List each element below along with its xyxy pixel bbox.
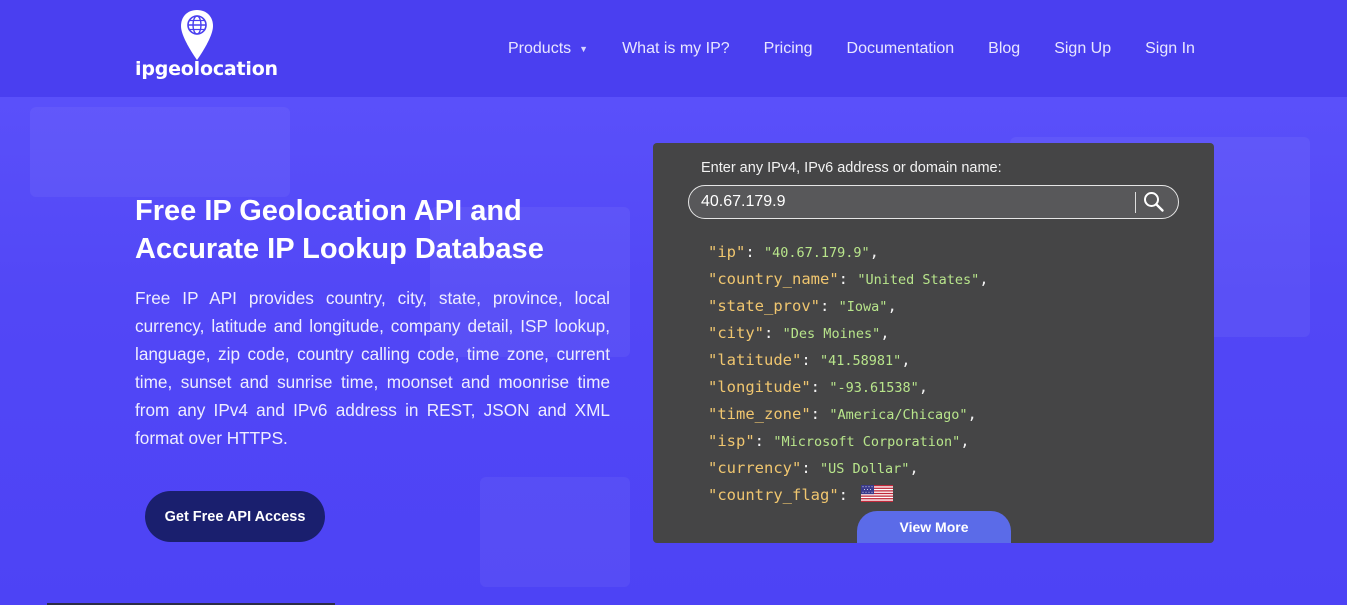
lookup-result-json: "ip": "40.67.179.9", "country_name": "Un… (708, 239, 989, 509)
json-key: "country_flag" (708, 486, 839, 504)
search-divider (1135, 192, 1136, 213)
json-value: "41.58981" (820, 353, 902, 369)
caret-down-icon: ▼ (579, 43, 589, 54)
json-value: "Iowa" (838, 299, 888, 315)
get-free-api-access-button[interactable]: Get Free API Access (145, 491, 325, 542)
nav-what-is-my-ip[interactable]: What is my IP? (622, 40, 730, 58)
json-row-city: "city": "Des Moines", (708, 320, 989, 347)
json-colon: : (810, 405, 830, 423)
json-key: "currency" (708, 459, 802, 477)
nav-products[interactable]: Products ▼ (508, 40, 588, 58)
json-colon: : (801, 459, 820, 477)
main-nav: Products ▼ What is my IP? Pricing Docume… (508, 0, 1229, 97)
json-value: "Des Moines" (782, 326, 881, 342)
json-colon: : (819, 297, 839, 315)
top-navbar: ipgeolocation Products ▼ What is my IP? … (0, 0, 1347, 97)
background-decoration (30, 107, 290, 197)
ip-lookup-panel: Enter any IPv4, IPv6 address or domain n… (653, 143, 1214, 543)
json-key: "latitude" (708, 351, 802, 369)
search-icon[interactable] (1141, 189, 1167, 215)
nav-sign-up[interactable]: Sign Up (1054, 40, 1111, 58)
nav-products-label: Products (508, 39, 572, 57)
json-key: "time_zone" (708, 405, 811, 423)
json-colon: : (801, 351, 820, 369)
nav-pricing[interactable]: Pricing (764, 40, 813, 58)
json-row-currency: "currency": "US Dollar", (708, 455, 989, 482)
us-flag-icon (861, 485, 894, 502)
json-key: "state_prov" (708, 297, 820, 315)
json-key: "ip" (708, 243, 746, 261)
json-comma: , (960, 432, 970, 450)
json-comma: , (880, 324, 890, 342)
json-comma: , (909, 459, 919, 477)
json-value: "America/Chicago" (829, 407, 968, 423)
hero-title-line-1: Free IP Geolocation API and (135, 195, 522, 227)
json-row-latitude: "latitude": "41.58981", (708, 347, 989, 374)
lookup-label: Enter any IPv4, IPv6 address or domain n… (701, 160, 1002, 176)
json-row-longitude: "longitude": "-93.61538", (708, 374, 989, 401)
ip-search-input[interactable] (701, 188, 1121, 216)
json-value: "United States" (857, 272, 980, 288)
json-row-isp: "isp": "Microsoft Corporation", (708, 428, 989, 455)
background-decoration (480, 477, 630, 587)
json-comma: , (918, 378, 929, 396)
json-value: "40.67.179.9" (764, 245, 870, 261)
json-key: "isp" (708, 432, 755, 450)
json-row-time-zone: "time_zone": "America/Chicago", (708, 401, 989, 428)
json-key: "country_name" (708, 270, 839, 288)
json-comma: , (967, 405, 977, 423)
json-value: "US Dollar" (820, 461, 910, 477)
json-row-ip: "ip": "40.67.179.9", (708, 239, 989, 266)
hero-title-line-2: Accurate IP Lookup Database (135, 233, 544, 265)
nav-documentation[interactable]: Documentation (847, 40, 955, 58)
json-comma: , (901, 351, 911, 369)
json-comma: , (979, 270, 989, 288)
json-colon: : (745, 243, 764, 261)
nav-sign-in[interactable]: Sign In (1145, 40, 1195, 58)
json-row-state-prov: "state_prov": "Iowa", (708, 293, 989, 320)
brand-logo[interactable]: ipgeolocation (135, 8, 278, 82)
json-colon: : (838, 486, 858, 504)
nav-blog[interactable]: Blog (988, 40, 1020, 58)
json-key: "city" (708, 324, 764, 342)
json-colon: : (838, 270, 858, 288)
hero-description: Free IP API provides country, city, stat… (135, 288, 610, 448)
json-value: "-93.61538" (829, 380, 919, 396)
json-colon: : (764, 324, 783, 342)
hero-title: Free IP Geolocation API and Accurate IP … (135, 192, 615, 268)
json-row-country-flag: "country_flag": (708, 482, 989, 509)
json-key: "longitude" (708, 378, 811, 396)
ip-search-box (688, 185, 1179, 219)
location-pin-globe-icon (181, 10, 213, 60)
json-value: "Microsoft Corporation" (773, 434, 961, 450)
json-colon: : (810, 378, 830, 396)
brand-name: ipgeolocation (135, 58, 278, 80)
json-row-country-name: "country_name": "United States", (708, 266, 989, 293)
json-comma: , (887, 297, 897, 315)
json-colon: : (754, 432, 774, 450)
view-more-button[interactable]: View More (857, 511, 1011, 543)
json-comma: , (869, 243, 880, 261)
